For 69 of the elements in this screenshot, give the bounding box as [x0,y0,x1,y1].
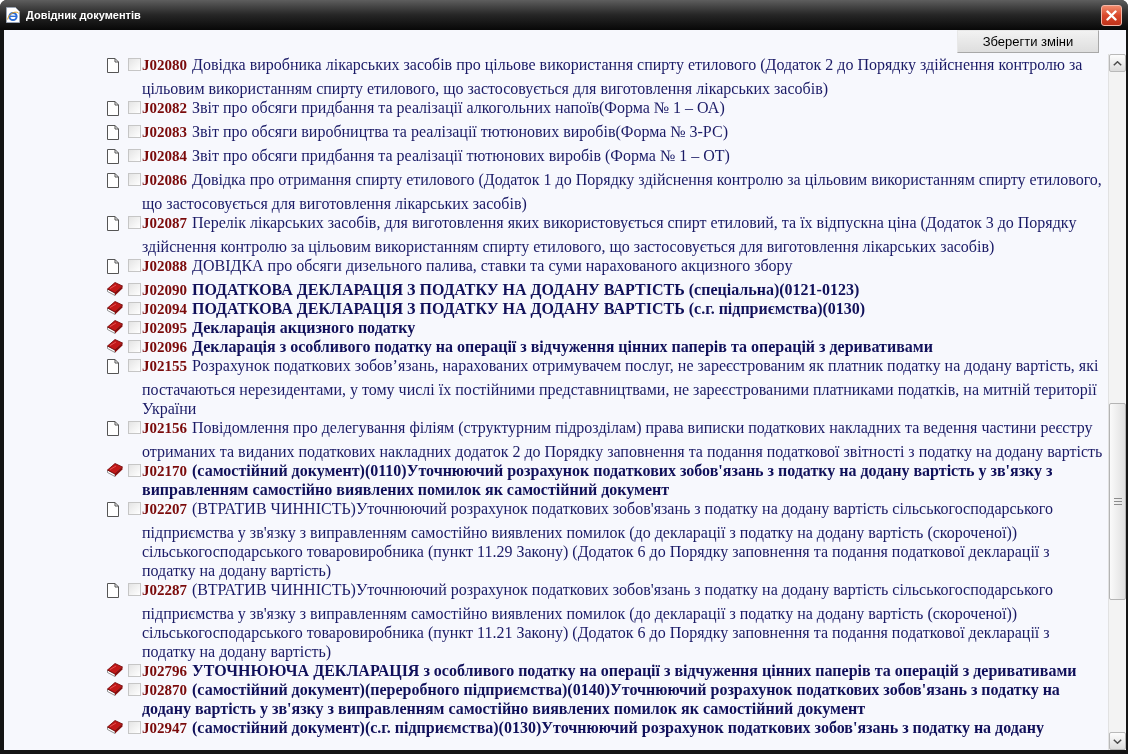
document-entry: J02090 ПОДАТКОВА ДЕКЛАРАЦІЯ З ПОДАТКУ НА ДОДАНУ ВАРТІСТЬ (спеціальна)(0121-0123) [142,281,860,298]
checkbox[interactable] [128,149,141,162]
document-entry: J02796 УТОЧНЮЮЧА ДЕКЛАРАЦІЯ з особливого податку на операції з відчуження цінних паперів та операцій з деривативами [142,662,1077,679]
checkbox[interactable] [128,125,141,138]
checkbox[interactable] [128,583,141,596]
close-button[interactable] [1101,4,1122,26]
page-icon [107,259,119,274]
checkbox[interactable] [128,216,141,229]
page-icon [107,359,119,374]
book-icon [107,663,123,677]
page-icon [107,125,119,140]
grip-icon [1113,498,1122,505]
document-entry: J02084 Звіт про обсяги придбання та реалізації тютюнових виробів (Форма № 1 – ОТ) [142,147,730,164]
page-icon [107,421,119,436]
window-title: Довідник документів [26,7,141,23]
checkbox[interactable] [128,321,141,334]
page-icon [107,502,119,517]
book-icon [107,720,123,734]
checkbox[interactable] [128,683,141,696]
scroll-up-button[interactable] [1109,54,1126,72]
book-icon [107,301,123,315]
close-icon [1106,9,1117,21]
scrollbar[interactable] [1108,54,1126,750]
book-icon [107,463,123,477]
checkbox[interactable] [128,283,141,296]
document-entry: J02094 ПОДАТКОВА ДЕКЛАРАЦІЯ З ПОДАТКУ НА ДОДАНУ ВАРТІСТЬ (с.г. підприємства)(0130) [142,300,866,317]
document-entry: J02947 (самостійний документ)(с.г. підприємства)(0130)Уточнюючий розрахунок податкових зобов'язань з податку на додану [142,719,1045,736]
chevron-down-icon [1113,738,1122,744]
document-entry: J02870 (самостійний документ)(переробного підприємства)(0140)Уточнюючий розрахунок податкових зобов'язань з податку на додану вартість у зв'язку з виправленням самостійно виявлених помилок як самостійний документ [142,681,1060,717]
document-entry: J02088 ДОВІДКА про обсяги дизельного палива, ставки та суми нарахованого акцизного збору [142,257,793,274]
checkbox[interactable] [128,259,141,272]
scroll-down-button[interactable] [1109,732,1126,750]
checkbox[interactable] [128,340,141,353]
page-icon [107,216,119,231]
checkbox[interactable] [128,173,141,186]
book-icon [107,682,123,696]
document-entry: J02170 (самостійний документ)(0110)Уточнюючий розрахунок податкових зобов'язань з податку на додану вартість у зв'язку з виправленням самостійно виявлених помилок як самостійний документ [142,462,1053,498]
document-entry: J02207 (ВТРАТИВ ЧИННІСТЬ)Уточнюючий розрахунок податкових зобов'язань з податку на додану вартість сільськогосподарського підприємства у зв'язку з виправленням самостійно виявлених помилок (до декларації з податку на додану вартість (скороченої)) сільськогосподарського товаровиробника (пункт 11.29 Закону) (Додаток 6 до Порядку заповнення та подання податкової декларації з податку на додану вартість) [142,500,1053,579]
document-entry: J02096 Декларація з особливого податку на операції з відчуження цінних паперів та операцій з деривативами [142,338,933,355]
document-entry: J02086 Довідка про отримання спирту етилового (Додаток 1 до Порядку здійснення контролю за цільовим використанням спирту етилового, що застосовується для виготовлення лікарських засобів) [142,171,1102,212]
checkbox[interactable] [128,502,141,515]
document-entry: J02095 Декларація акцизного податку [142,319,416,336]
checkbox[interactable] [128,721,141,734]
checkbox[interactable] [128,464,141,477]
checkbox[interactable] [128,101,141,114]
page-icon [107,173,119,188]
book-icon [107,320,123,334]
page-icon [107,583,119,598]
page-icon [107,101,119,116]
page-icon [107,58,119,73]
chevron-up-icon [1113,60,1122,66]
checkbox[interactable] [128,58,141,71]
checkbox[interactable] [128,359,141,372]
scrollbar-thumb[interactable] [1109,403,1126,600]
logo-icon [5,7,21,23]
document-entry: J02155 Розрахунок податкових зобов’язань, нарахованих отримувачем послуг, не зареєстрованим як платник податку на додану вартість, які постачаються нерезидентами, у тому числі їх постійними представництвами, не зареєстрованими платниками податків, на митній території України [142,357,1099,417]
book-icon [107,339,123,353]
book-icon [107,282,123,296]
document-entry: J02082 Звіт про обсяги придбання та реалізації алкогольних напоїв(Форма № 1 – ОА) [142,99,725,116]
save-button[interactable]: Зберегти зміни [957,30,1099,53]
document-entry: J02080 Довідка виробника лікарських засобів про цільове використання спирту етилового (Додаток 2 до Порядку здійснення контролю за цільовим використанням спирту етилового, що застосовується для виготовлення лікарських засобів) [142,56,1083,97]
document-entry: J02083 Звіт про обсяги виробництва та реалізації тютюнових виробів(Форма № 3-РС) [142,123,728,140]
document-entry: J02287 (ВТРАТИВ ЧИННІСТЬ)Уточнюючий розрахунок податкових зобов'язань з податку на додану вартість сільськогосподарського підприємства у зв'язку з виправленням самостійно виявлених помилок (до декларації з податку на додану вартість (скороченої)) сільськогосподарського товаровиробника (пункт 11.21 Закону) (Додаток 6 до Порядку заповнення та подання податкової декларації з податку на додану вартість) [142,581,1053,660]
page-icon [107,149,119,164]
checkbox[interactable] [128,664,141,677]
checkbox[interactable] [128,302,141,315]
checkbox[interactable] [128,421,141,434]
document-entry: J02087 Перелік лікарських засобів, для виготовлення яких використовується спирт етиловий, та їх відпускна ціна (Додаток 3 до Порядку здійснення контролю за цільовим використанням спирту етилового, що застосовується для виготовлення лікарських засобів) [142,214,1077,255]
document-entry: J02156 Повідомлення про делегування філіям (структурним підрозділам) права виписки податкових накладних та ведення частини реєстру отриманих та виданих податкових накладних додаток 2 до Порядку заповнення та подання податкової звітності з податку на додану вартість [142,419,1103,460]
